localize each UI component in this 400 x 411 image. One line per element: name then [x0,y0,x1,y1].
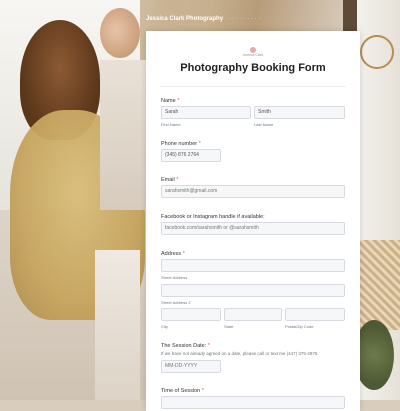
street-address-sublabel: Street Address [161,275,188,280]
address-label: Address * [161,251,185,257]
first-name-sublabel: First Name [161,122,181,127]
site-header: Jessica Clark Photography · · · · · · · ·… [146,16,356,22]
plant [354,320,394,390]
rattan-chair [360,240,400,330]
brand-name[interactable]: Jessica Clark Photography [146,16,223,22]
name-label-text: Name [161,98,176,104]
email-label: Email * [161,177,178,183]
name-label: Name * [161,98,179,104]
required-mark: * [198,141,201,147]
session-date-label: The Session Date: * [161,343,210,349]
session-date-input[interactable]: MM-DD-YYYY [161,360,221,373]
email-label-text: Email [161,177,175,183]
postal-input[interactable] [285,308,345,321]
last-name-input[interactable]: Smith [254,106,345,119]
street-address-2-sublabel: Street Address 2 [161,300,191,305]
required-mark: * [177,98,180,104]
man-legs [95,250,140,400]
sun-decor-icon [360,35,394,69]
postal-sublabel: Postal/Zip Code [285,324,314,329]
session-time-label: Time of Session * [161,388,204,394]
required-mark: * [176,177,179,183]
man-shirt [100,60,150,210]
session-time-label-text: Time of Session [161,388,201,394]
city-sublabel: City [161,324,168,329]
booking-form: Jessica Clark Photography Booking Form N… [146,31,360,411]
phone-label: Phone number * [161,141,201,147]
man-head [100,8,140,58]
divider [160,86,346,87]
session-date-hint: If we have not already agreed on a date,… [161,351,318,356]
street-address-2-input[interactable] [161,284,345,297]
state-sublabel: State [224,324,234,329]
form-logo: Jessica Clark [239,47,267,57]
phone-label-text: Phone number [161,141,198,147]
session-time-input[interactable] [161,396,345,409]
required-mark: * [207,343,210,349]
last-name-sublabel: Last Name [254,122,274,127]
state-input[interactable] [224,308,282,321]
first-name-input[interactable]: Sarah [161,106,251,119]
phone-input[interactable]: (345) 876 2764 [161,149,221,162]
email-input[interactable]: sarahsmith@gmail.com [161,185,345,198]
city-input[interactable] [161,308,221,321]
header-dots: · · · · · · · · · [229,16,261,22]
session-date-label-text: The Session Date: [161,343,207,349]
logo-text: Jessica Clark [242,53,264,57]
street-address-input[interactable] [161,259,345,272]
address-label-text: Address [161,251,182,257]
social-label: Facebook or Instagram handle if availabl… [161,214,265,220]
required-mark: * [201,388,204,394]
social-input[interactable]: facebook.com/sarahsmith or @sarahsmith [161,222,345,235]
form-title: Photography Booking Form [180,62,326,74]
required-mark: * [182,251,185,257]
